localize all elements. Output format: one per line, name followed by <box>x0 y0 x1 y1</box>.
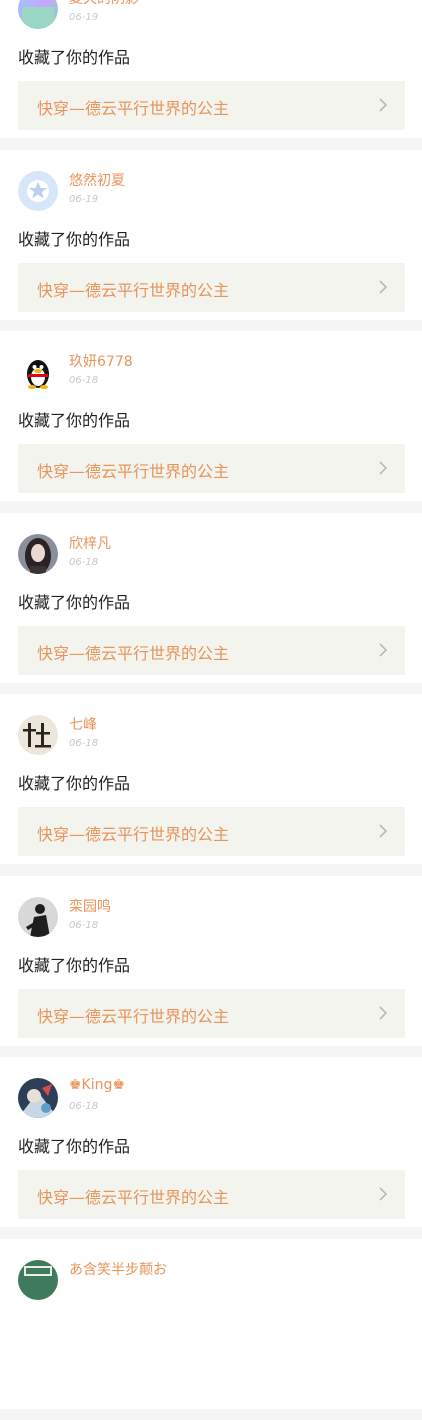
avatar[interactable] <box>18 1078 58 1118</box>
work-title: 快穿—德云平行世界的公主 <box>37 1006 230 1026</box>
username[interactable]: 夏天的阴影 <box>69 0 139 8</box>
avatar[interactable] <box>18 352 58 392</box>
action-text: 收藏了你的作品 <box>18 774 131 793</box>
notification-card: 栾园鸣 06-18 收藏了你的作品 快穿—德云平行世界的公主 <box>0 875 422 1046</box>
work-link[interactable]: 快穿—德云平行世界的公主 <box>18 444 405 493</box>
notification-card: あ含笑半步颠お <box>0 1238 422 1409</box>
notification-card: 七峰 06-18 收藏了你的作品 快穿—德云平行世界的公主 <box>0 694 422 864</box>
timestamp: 06-18 <box>69 556 99 568</box>
work-link[interactable]: 快穿—德云平行世界的公主 <box>18 807 405 856</box>
notification-card: ♚King♚ 06-18 收藏了你的作品 快穿—德云平行世界的公主 <box>0 1057 422 1227</box>
username[interactable]: 七峰 <box>69 714 97 734</box>
work-title: 快穿—德云平行世界的公主 <box>37 462 230 481</box>
action-text: 收藏了你的作品 <box>18 955 131 975</box>
action-text: 收藏了你的作品 <box>18 229 131 249</box>
girl-portrait-avatar-icon <box>18 533 58 574</box>
notification-card: 悠然初夏 06-19 收藏了你的作品 快穿—德云平行世界的公主 <box>0 149 422 320</box>
work-title: 快穿—德云平行世界的公主 <box>37 280 230 300</box>
notification-feed: 夏天的阴影 06-19 收藏了你的作品 快穿—德云平行世界的公主 悠然初夏 06… <box>0 0 422 1420</box>
bw-portrait-avatar-icon <box>18 896 58 937</box>
avatar[interactable] <box>18 896 58 937</box>
username[interactable]: 栾园鸣 <box>69 896 111 916</box>
avatar[interactable] <box>18 533 58 574</box>
chevron-right-icon <box>379 824 387 838</box>
timestamp: 06-19 <box>69 193 99 205</box>
penguin-avatar-icon <box>18 352 58 392</box>
timestamp: 06-18 <box>69 919 99 931</box>
chevron-right-icon <box>379 1005 387 1020</box>
action-text: 收藏了你的作品 <box>18 1137 131 1156</box>
chevron-right-icon <box>379 279 387 294</box>
work-title: 快穿—德云平行世界的公主 <box>37 99 230 118</box>
notification-card: 玖妍6778 06-18 收藏了你的作品 快穿—德云平行世界的公主 <box>0 331 422 501</box>
work-link[interactable]: 快穿—德云平行世界的公主 <box>18 1170 405 1219</box>
star-avatar-icon <box>18 170 58 211</box>
username[interactable]: 悠然初夏 <box>69 170 125 190</box>
notification-card: 夏天的阴影 06-19 收藏了你的作品 快穿—德云平行世界的公主 <box>0 0 422 138</box>
calligraphy-avatar-icon <box>18 715 58 755</box>
avatar[interactable] <box>18 170 58 211</box>
work-title: 快穿—德云平行世界的公主 <box>37 1188 230 1207</box>
chevron-right-icon <box>379 1187 387 1201</box>
chevron-right-icon <box>379 461 387 475</box>
gradient-avatar-icon <box>18 0 58 29</box>
timestamp: 06-18 <box>69 1101 99 1112</box>
timestamp: 06-18 <box>69 738 99 749</box>
work-title: 快穿—德云平行世界的公主 <box>37 825 230 844</box>
work-link[interactable]: 快穿—德云平行世界的公主 <box>18 625 405 675</box>
avatar[interactable] <box>18 715 58 755</box>
chevron-right-icon <box>379 642 387 657</box>
work-link[interactable]: 快穿—德云平行世界的公主 <box>18 988 405 1038</box>
avatar[interactable] <box>18 0 58 29</box>
action-text: 收藏了你的作品 <box>18 592 131 612</box>
timestamp: 06-19 <box>69 12 99 23</box>
work-title: 快穿—德云平行世界的公主 <box>37 643 230 663</box>
username[interactable]: 欣梓凡 <box>69 533 111 553</box>
action-text: 收藏了你的作品 <box>18 48 131 67</box>
work-link[interactable]: 快穿—德云平行世界的公主 <box>18 81 405 130</box>
username[interactable]: ♚King♚ <box>69 1077 125 1093</box>
username[interactable]: あ含笑半步颠お <box>69 1259 167 1279</box>
timestamp: 06-18 <box>69 375 99 386</box>
cartoon-avatar-icon <box>18 1078 58 1118</box>
notification-card: 欣梓凡 06-18 收藏了你的作品 快穿—德云平行世界的公主 <box>0 512 422 683</box>
username[interactable]: 玖妍6778 <box>69 351 133 371</box>
chevron-right-icon <box>379 98 387 112</box>
action-text: 收藏了你的作品 <box>18 411 131 430</box>
work-link[interactable]: 快穿—德云平行世界的公主 <box>18 262 405 312</box>
